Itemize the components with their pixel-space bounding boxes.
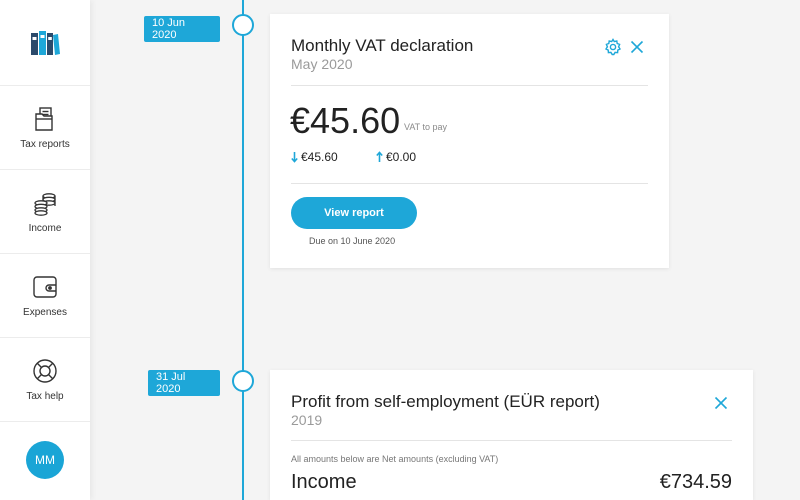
divider — [291, 183, 648, 184]
app-logo[interactable] — [0, 0, 90, 86]
card-title: Monthly VAT declaration — [291, 36, 474, 55]
card-subtitle: 2019 — [291, 412, 323, 428]
close-icon[interactable] — [628, 38, 646, 56]
date-badge: 31 Jul 2020 — [148, 370, 220, 396]
sidebar-item-income[interactable]: Income — [0, 170, 90, 254]
income-value: €734.59 — [659, 471, 732, 493]
sidebar-item-expenses[interactable]: Expenses — [0, 254, 90, 338]
sidebar-item-label: Expenses — [23, 307, 67, 318]
timeline-dot — [232, 14, 254, 36]
date-badge: 10 Jun 2020 — [144, 16, 220, 42]
sidebar-item-label: Tax reports — [20, 139, 70, 150]
vat-declaration-card: Monthly VAT declaration May 2020 €45.60 … — [270, 14, 669, 268]
avatar-area: MM — [0, 420, 90, 500]
close-icon[interactable] — [712, 394, 730, 412]
divider — [291, 440, 732, 441]
sidebar: Tax reports Income Expenses Tax help MM — [0, 0, 90, 500]
arrow-down-icon — [291, 152, 298, 163]
sidebar-item-label: Tax help — [26, 391, 64, 402]
vat-paid: €0.00 — [376, 150, 416, 164]
euer-report-card: Profit from self-employment (EÜR report)… — [270, 370, 753, 500]
coins-icon — [34, 193, 56, 216]
sidebar-item-label: Income — [28, 223, 62, 234]
gear-icon[interactable] — [604, 38, 622, 56]
arrow-up-icon — [376, 151, 383, 162]
timeline-dot — [232, 370, 254, 392]
lifebuoy-icon — [33, 359, 57, 383]
net-amounts-note: All amounts below are Net amounts (exclu… — [291, 454, 499, 464]
wallet-icon — [33, 276, 57, 298]
sidebar-item-tax-help[interactable]: Tax help — [0, 338, 90, 422]
due-date-text: Due on 10 June 2020 — [309, 236, 396, 246]
binders-icon — [31, 30, 60, 55]
divider — [291, 85, 648, 86]
view-report-button[interactable]: View report — [291, 197, 417, 229]
card-title: Profit from self-employment (EÜR report) — [291, 392, 600, 411]
vat-received: €45.60 — [291, 150, 338, 164]
card-subtitle: May 2020 — [291, 56, 353, 72]
timeline-line — [242, 0, 244, 500]
vat-amount: €45.60 — [290, 100, 401, 141]
income-label: Income — [291, 471, 357, 493]
folder-docs-icon — [35, 107, 53, 131]
vat-paid-value: €0.00 — [386, 150, 417, 164]
vat-received-value: €45.60 — [301, 150, 338, 164]
sidebar-item-tax-reports[interactable]: Tax reports — [0, 86, 90, 170]
vat-amount-note: VAT to pay — [404, 122, 448, 132]
avatar[interactable]: MM — [26, 441, 64, 479]
